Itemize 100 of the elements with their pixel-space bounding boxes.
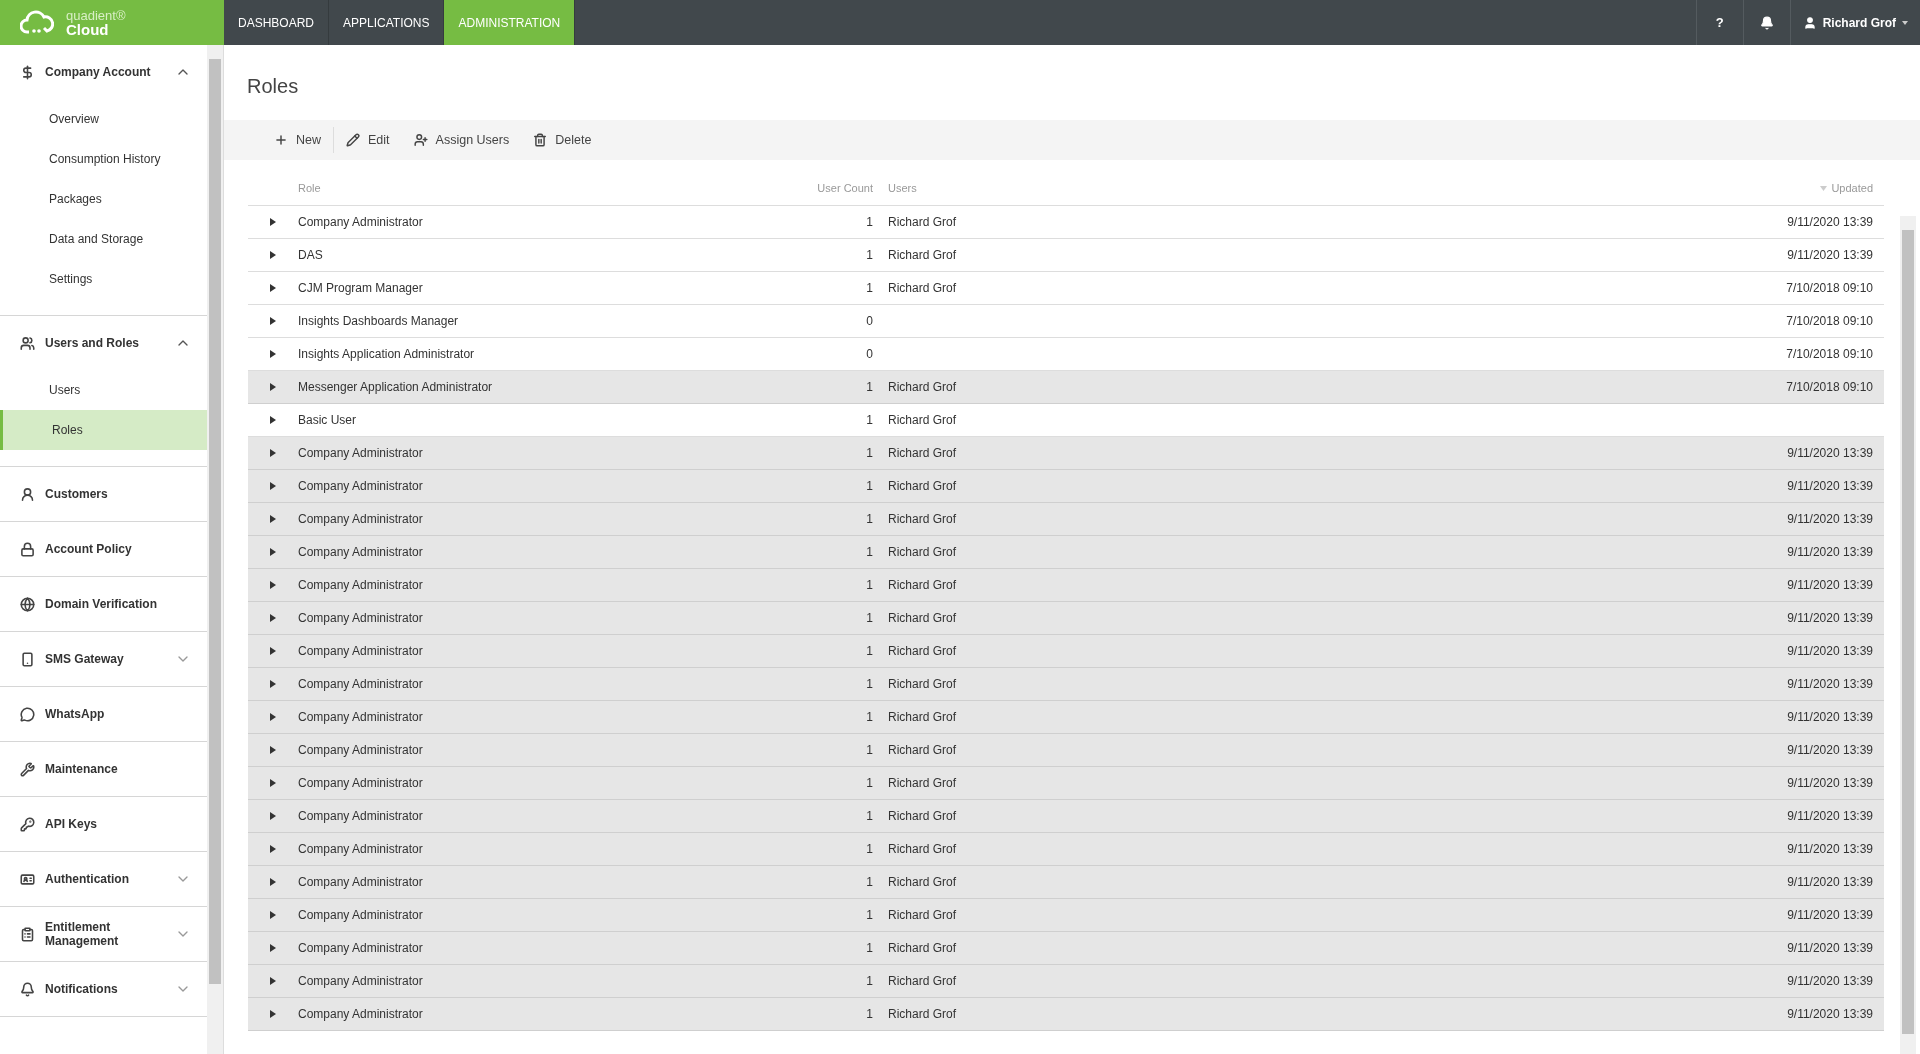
- table-row[interactable]: Company Administrator 1 Richard Grof 9/11/2020 13:39: [248, 767, 1884, 800]
- sidebar-section[interactable]: SMS Gateway: [0, 632, 208, 686]
- sidebar-section[interactable]: Notifications: [0, 962, 208, 1016]
- table-row[interactable]: Company Administrator 1 Richard Grof 9/11/2020 13:39: [248, 899, 1884, 932]
- updated-cell-text: 9/11/2020 13:39: [1787, 676, 1873, 693]
- sidebar-section[interactable]: Customers: [0, 467, 208, 521]
- users-cell: Richard Grof: [888, 446, 957, 460]
- caret-icon[interactable]: [270, 251, 276, 259]
- users-cell: Richard Grof: [888, 941, 957, 955]
- sidebar-section[interactable]: Company Account: [0, 45, 208, 99]
- sidebar-section[interactable]: Users and Roles: [0, 316, 208, 370]
- table-row[interactable]: Company Administrator 1 Richard Grof 9/11/2020 13:39: [248, 437, 1884, 470]
- users-cell: Richard Grof: [888, 380, 957, 394]
- user-menu-button[interactable]: Richard Grof: [1789, 0, 1920, 45]
- scrollbar[interactable]: [207, 45, 223, 1054]
- sidebar-section-label: Maintenance: [45, 762, 119, 776]
- updated-cell-text: 9/11/2020 13:39: [1787, 544, 1873, 561]
- sidebar-item[interactable]: Roles: [0, 410, 208, 450]
- updated-cell-text: 7/10/2018 09:10: [1786, 379, 1873, 396]
- users-cell: Richard Grof: [888, 776, 957, 790]
- caret-icon[interactable]: [270, 911, 276, 919]
- role-cell: Company Administrator: [298, 611, 423, 625]
- caret-icon[interactable]: [270, 482, 276, 490]
- sidebar-section[interactable]: API Keys: [0, 797, 208, 851]
- updated-cell-text: 7/10/2018 09:10: [1786, 313, 1873, 330]
- table-row[interactable]: Company Administrator 1 Richard Grof 9/11/2020 13:39: [248, 800, 1884, 833]
- table-row[interactable]: Messenger Application Administrator 1 Richard Grof 7/10/2018 09:10: [248, 371, 1884, 404]
- caret-icon[interactable]: [270, 416, 276, 424]
- sidebar-item[interactable]: Data and Storage: [0, 219, 208, 259]
- table-row[interactable]: Company Administrator 1 Richard Grof 9/11/2020 13:39: [248, 635, 1884, 668]
- caret-icon[interactable]: [270, 317, 276, 325]
- caret-icon[interactable]: [270, 515, 276, 523]
- caret-icon[interactable]: [270, 977, 276, 985]
- caret-icon[interactable]: [270, 1010, 276, 1018]
- caret-icon[interactable]: [270, 218, 276, 226]
- table-row[interactable]: Company Administrator 1 Richard Grof 9/11/2020 13:39: [248, 965, 1884, 998]
- sidebar-item[interactable]: Users: [0, 370, 208, 410]
- sidebar-section[interactable]: Account Policy: [0, 522, 208, 576]
- toolbar-button[interactable]: Assign Users: [401, 125, 522, 155]
- caret-icon[interactable]: [270, 449, 276, 457]
- sidebar-section[interactable]: Entitlement Management: [0, 907, 208, 961]
- user-count-cell-text: 1: [866, 775, 873, 792]
- updated-cell-text: 9/11/2020 13:39: [1787, 808, 1873, 825]
- table-row[interactable]: Company Administrator 1 Richard Grof 9/11/2020 13:39: [248, 602, 1884, 635]
- caret-icon[interactable]: [270, 680, 276, 688]
- table-row[interactable]: Company Administrator 1 Richard Grof 9/11/2020 13:39: [248, 701, 1884, 734]
- sidebar-section-label: Customers: [45, 487, 109, 501]
- caret-icon[interactable]: [270, 845, 276, 853]
- table-row[interactable]: Company Administrator 1 Richard Grof 9/11/2020 13:39: [248, 734, 1884, 767]
- toolbar-button[interactable]: New: [262, 125, 333, 155]
- toolbar-button[interactable]: Delete: [521, 125, 604, 155]
- table-row[interactable]: Company Administrator 1 Richard Grof 9/11/2020 13:39: [248, 569, 1884, 602]
- caret-icon[interactable]: [270, 548, 276, 556]
- table-row[interactable]: Company Administrator 1 Richard Grof 9/11/2020 13:39: [248, 833, 1884, 866]
- sidebar-section[interactable]: Authentication: [0, 852, 208, 906]
- table-scrollbar[interactable]: [1900, 216, 1916, 1054]
- role-cell: Company Administrator: [298, 710, 423, 724]
- help-button[interactable]: ?: [1695, 0, 1743, 45]
- users-cell: Richard Grof: [888, 578, 957, 592]
- users-cell: Richard Grof: [888, 545, 957, 559]
- toolbar-button[interactable]: Edit: [334, 125, 402, 155]
- caret-icon[interactable]: [270, 944, 276, 952]
- caret-icon[interactable]: [270, 647, 276, 655]
- table-row[interactable]: Company Administrator 1 Richard Grof 9/11/2020 13:39: [248, 503, 1884, 536]
- sidebar-section-label: Account Policy: [45, 542, 133, 556]
- caret-icon[interactable]: [270, 779, 276, 787]
- users-cell: Richard Grof: [888, 875, 957, 889]
- sidebar-item[interactable]: Consumption History: [0, 139, 208, 179]
- caret-icon[interactable]: [270, 614, 276, 622]
- sidebar-item[interactable]: Overview: [0, 99, 208, 139]
- table-row[interactable]: Company Administrator 1 Richard Grof 9/11/2020 13:39: [248, 470, 1884, 503]
- users-cell: Richard Grof: [888, 710, 957, 724]
- product-name: Cloud: [66, 21, 109, 37]
- table-row[interactable]: Company Administrator 1 Richard Grof 9/11/2020 13:39: [248, 866, 1884, 899]
- table-row[interactable]: Company Administrator 1 Richard Grof 9/11/2020 13:39: [248, 998, 1884, 1031]
- caret-icon[interactable]: [270, 746, 276, 754]
- caret-icon[interactable]: [270, 350, 276, 358]
- caret-icon[interactable]: [270, 284, 276, 292]
- sidebar-section[interactable]: WhatsApp: [0, 687, 208, 741]
- sidebar-item[interactable]: Packages: [0, 179, 208, 219]
- updated-cell-text: 9/11/2020 13:39: [1787, 577, 1873, 594]
- user-count-cell-text: 1: [866, 247, 873, 264]
- table-row[interactable]: Company Administrator 1 Richard Grof 9/11/2020 13:39: [248, 668, 1884, 701]
- role-cell: Company Administrator: [298, 908, 423, 922]
- users-cell: Richard Grof: [888, 611, 957, 625]
- caret-icon[interactable]: [270, 581, 276, 589]
- cloud-logo-icon: [20, 9, 54, 36]
- caret-icon[interactable]: [270, 383, 276, 391]
- table-row[interactable]: Company Administrator 1 Richard Grof 9/11/2020 13:39: [248, 932, 1884, 965]
- sidebar-section[interactable]: Domain Verification: [0, 577, 208, 631]
- table-row[interactable]: Company Administrator 1 Richard Grof 9/11/2020 13:39: [248, 536, 1884, 569]
- caret-icon[interactable]: [270, 713, 276, 721]
- role-cell: Company Administrator: [298, 776, 423, 790]
- key-icon: [20, 816, 35, 832]
- role-cell: Company Administrator: [298, 1007, 423, 1021]
- updated-cell-text: 9/11/2020 13:39: [1787, 940, 1873, 957]
- sidebar-section[interactable]: Maintenance: [0, 742, 208, 796]
- caret-icon[interactable]: [270, 812, 276, 820]
- sidebar-item[interactable]: Settings: [0, 259, 208, 299]
- caret-icon[interactable]: [270, 878, 276, 886]
